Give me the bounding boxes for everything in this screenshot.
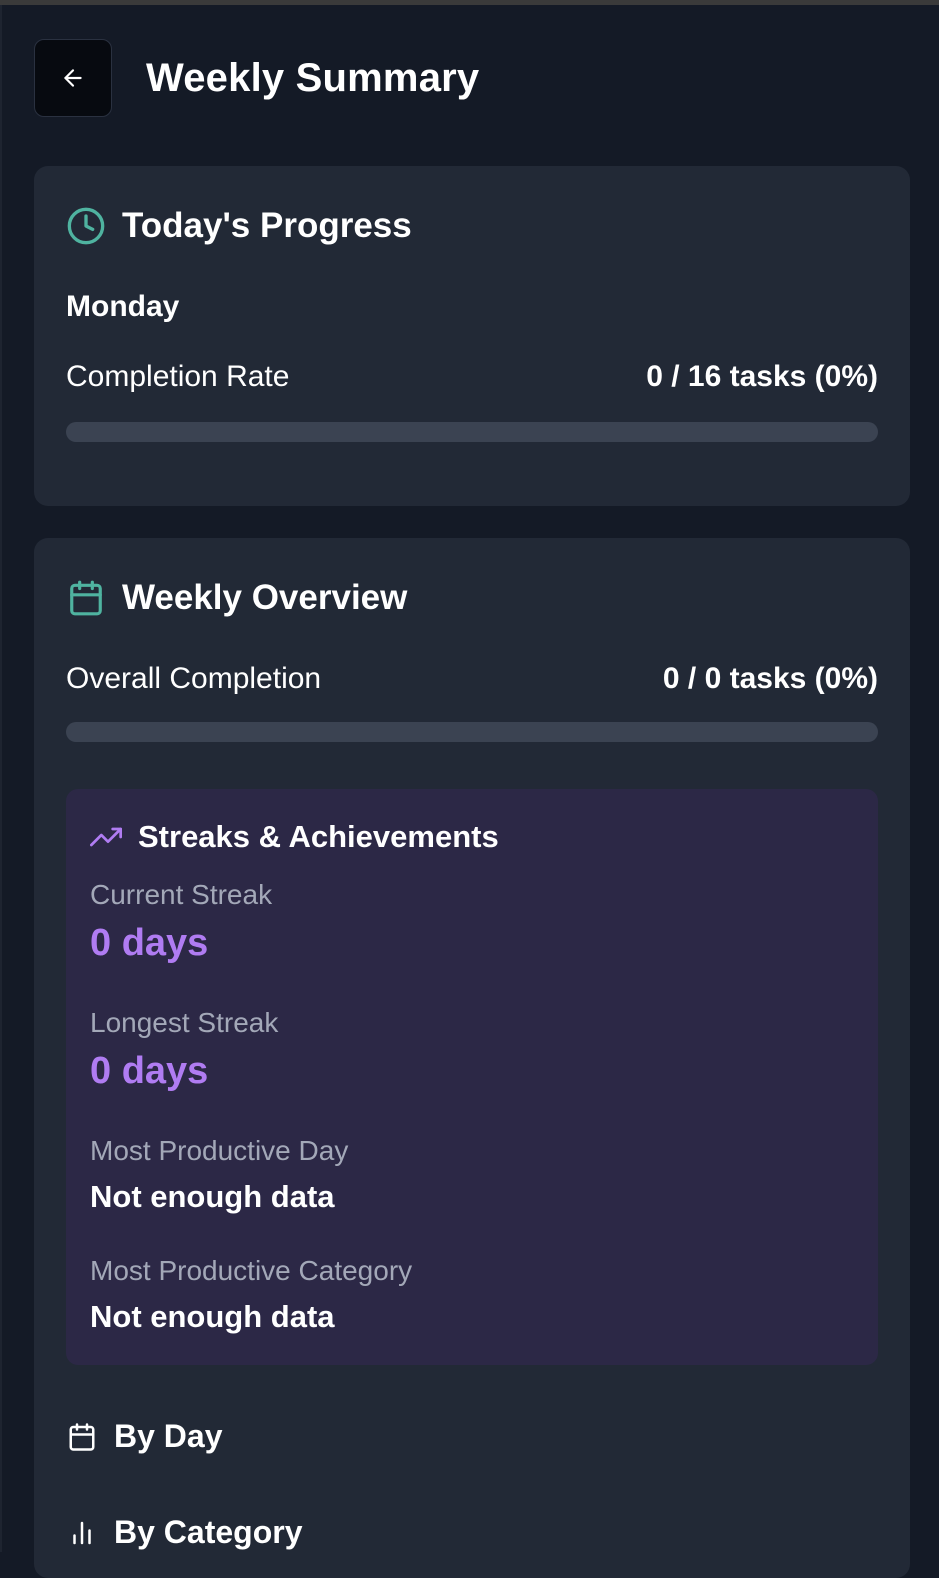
current-streak-label: Current Streak xyxy=(90,879,273,910)
streaks-panel: Streaks & Achievements Current Streak 0 … xyxy=(66,789,878,1365)
weekly-overview-header: Weekly Overview xyxy=(66,577,407,619)
by-day-section[interactable]: By Day xyxy=(66,1418,223,1455)
clock-icon xyxy=(66,206,106,246)
completion-rate-label: Completion Rate xyxy=(66,360,290,393)
arrow-left-icon xyxy=(64,69,82,87)
weekly-progress-bar xyxy=(66,722,878,742)
completion-rate-value: 0 / 16 tasks (0%) xyxy=(646,360,878,393)
page-title: Weekly Summary xyxy=(146,55,480,100)
weekly-overview-title: Weekly Overview xyxy=(122,578,408,617)
window-top-bar xyxy=(0,0,939,5)
overall-completion-value: 0 / 0 tasks (0%) xyxy=(662,662,878,695)
overall-completion-row: Overall Completion 0 / 0 tasks (0%) xyxy=(66,662,878,696)
by-category-label: By Category xyxy=(114,1514,303,1550)
today-progress-bar xyxy=(66,422,878,442)
today-progress-title: Today's Progress xyxy=(122,206,412,245)
current-streak-value: 0 days xyxy=(90,922,209,964)
by-category-section[interactable]: By Category xyxy=(66,1514,303,1551)
by-day-label: By Day xyxy=(114,1418,223,1454)
bar-chart-icon xyxy=(66,1517,98,1549)
back-button[interactable] xyxy=(34,39,112,117)
productive-category-label: Most Productive Category xyxy=(90,1255,413,1286)
weekly-overview-card: Weekly Overview Overall Completion 0 / 0… xyxy=(34,538,910,1578)
completion-rate-row: Completion Rate 0 / 16 tasks (0%) xyxy=(66,360,878,394)
calendar-icon xyxy=(66,1421,98,1453)
trending-up-icon xyxy=(90,821,122,853)
productive-day-value: Not enough data xyxy=(90,1179,335,1214)
productive-day-label: Most Productive Day xyxy=(90,1135,349,1166)
window-left-edge xyxy=(0,5,2,1552)
productive-category-value: Not enough data xyxy=(90,1299,335,1334)
page-header: Weekly Summary xyxy=(34,38,479,118)
streaks-title: Streaks & Achievements xyxy=(138,819,499,854)
overall-completion-label: Overall Completion xyxy=(66,662,322,695)
calendar-icon xyxy=(66,578,106,618)
today-day-name: Monday xyxy=(66,290,180,323)
longest-streak-label: Longest Streak xyxy=(90,1007,279,1038)
streaks-header: Streaks & Achievements xyxy=(90,819,854,855)
today-progress-card: Today's Progress Monday Completion Rate … xyxy=(34,166,910,506)
longest-streak-value: 0 days xyxy=(90,1050,209,1092)
today-progress-header: Today's Progress xyxy=(66,205,412,247)
